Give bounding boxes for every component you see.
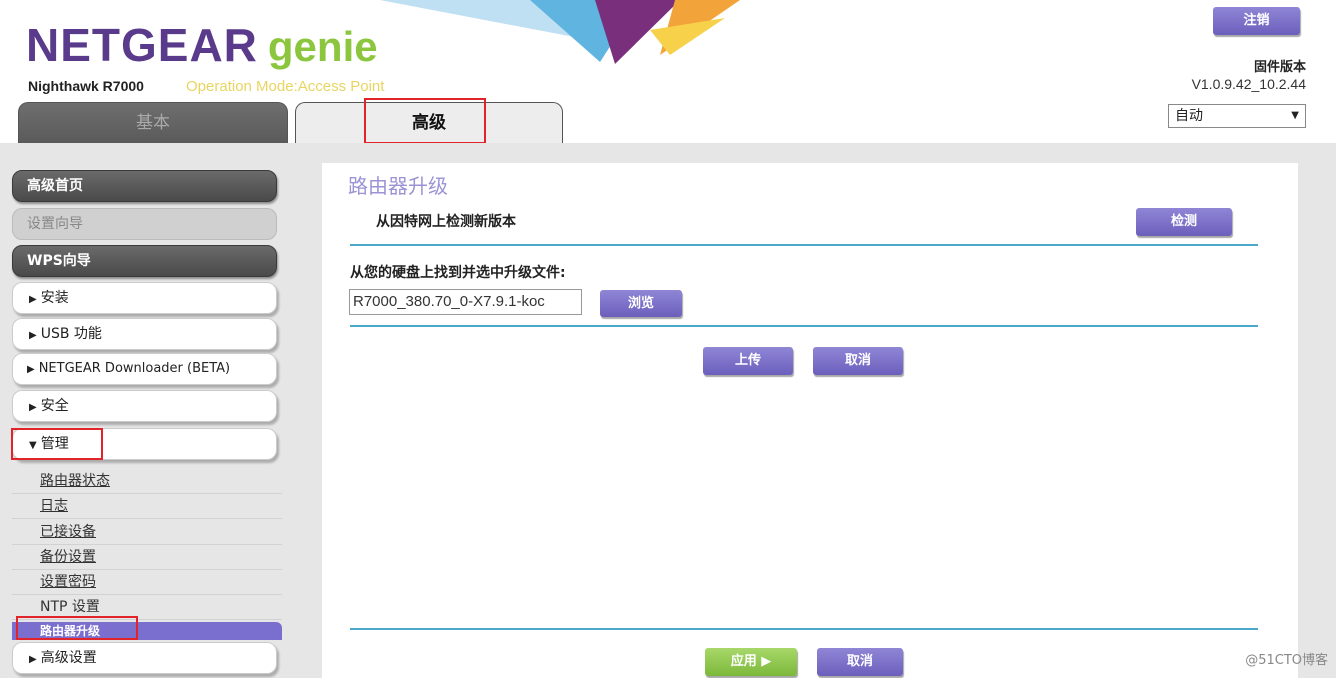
- sidebar-item-label: 安装: [40, 290, 69, 306]
- sidebar-item-label: 管理: [40, 436, 69, 452]
- check-button[interactable]: 检测: [1136, 208, 1232, 236]
- divider: [350, 325, 1258, 327]
- sidebar-item-management[interactable]: ▼ 管理: [12, 428, 277, 460]
- logo-genie-text: genie: [267, 23, 378, 70]
- cancel-button-bottom[interactable]: 取消: [817, 648, 903, 676]
- sidebar-item-setup[interactable]: ▶ 安装: [12, 282, 277, 314]
- logo-netgear-text: NETGEAR: [26, 19, 258, 71]
- divider: [350, 244, 1258, 246]
- sidebar-item-usb[interactable]: ▶ USB 功能: [12, 318, 277, 350]
- decorative-shapes: [380, 0, 740, 64]
- expand-arrow-icon: ▶: [29, 330, 37, 341]
- expand-arrow-icon: ▶: [27, 364, 35, 375]
- sidebar-item-security[interactable]: ▶ 安全: [12, 390, 277, 422]
- sidebar-sub-backup-settings[interactable]: 备份设置: [12, 545, 282, 570]
- firmware-title: 固件版本: [1253, 60, 1306, 75]
- sidebar-sub-ntp-settings[interactable]: NTP 设置: [12, 595, 282, 620]
- expand-arrow-icon: ▶: [29, 402, 37, 413]
- sidebar-sub-router-upgrade[interactable]: 路由器升级: [12, 622, 282, 640]
- file-path-input[interactable]: R7000_380.70_0-X7.9.1-koc: [349, 289, 582, 315]
- sidebar-sub-logs[interactable]: 日志: [12, 494, 282, 519]
- header: NETGEAR genie Nighthawk R7000 Operation M…: [0, 0, 1336, 143]
- sidebar-item-downloader[interactable]: ▶ NETGEAR Downloader (BETA): [12, 353, 277, 385]
- sidebar-item-advanced-home[interactable]: 高级首页: [12, 170, 277, 202]
- check-internet-label: 从因特网上检测新版本: [376, 214, 516, 230]
- tab-advanced[interactable]: 高级: [295, 102, 563, 143]
- operation-mode: Operation Mode:Access Point: [186, 78, 385, 95]
- sidebar-item-label: 高级设置: [40, 650, 97, 666]
- sidebar-sub-attached-devices[interactable]: 已接设备: [12, 520, 282, 545]
- firmware-version: V1.0.9.42_10.2.44: [1191, 76, 1306, 92]
- dropdown-arrow-icon: ▼: [1291, 110, 1299, 121]
- content-panel: [322, 163, 1298, 678]
- page-title: 路由器升级: [348, 174, 448, 198]
- file-select-label: 从您的硬盘上找到并选中升级文件:: [350, 265, 566, 281]
- collapse-arrow-icon: ▼: [29, 440, 37, 451]
- upload-button[interactable]: 上传: [703, 347, 793, 375]
- cancel-button[interactable]: 取消: [813, 347, 903, 375]
- watermark: @51CTO博客: [1245, 653, 1328, 668]
- divider: [350, 628, 1258, 630]
- model-name: Nighthawk R7000: [28, 78, 144, 94]
- apply-button[interactable]: 应用 ▶: [705, 648, 797, 676]
- netgear-genie-logo: NETGEAR genie: [26, 18, 378, 72]
- expand-arrow-icon: ▶: [29, 294, 37, 305]
- browse-button[interactable]: 浏览: [600, 290, 682, 317]
- sidebar-item-label: USB 功能: [40, 326, 102, 342]
- sidebar-item-setup-wizard[interactable]: 设置向导: [12, 208, 277, 240]
- sidebar-sub-router-status[interactable]: 路由器状态: [12, 469, 282, 494]
- sidebar-item-label: 安全: [40, 398, 69, 414]
- sidebar-item-label: NETGEAR Downloader (BETA): [38, 361, 231, 376]
- expand-arrow-icon: ▶: [29, 654, 37, 665]
- language-select-value: 自动: [1175, 108, 1203, 124]
- sidebar-item-advanced-settings[interactable]: ▶ 高级设置: [12, 642, 277, 674]
- sidebar-item-wps-wizard[interactable]: WPS向导: [12, 245, 277, 277]
- tab-basic[interactable]: 基本: [18, 102, 288, 143]
- language-select[interactable]: 自动 ▼: [1168, 104, 1306, 128]
- logout-button[interactable]: 注销: [1213, 7, 1300, 35]
- sidebar-sub-set-password[interactable]: 设置密码: [12, 570, 282, 595]
